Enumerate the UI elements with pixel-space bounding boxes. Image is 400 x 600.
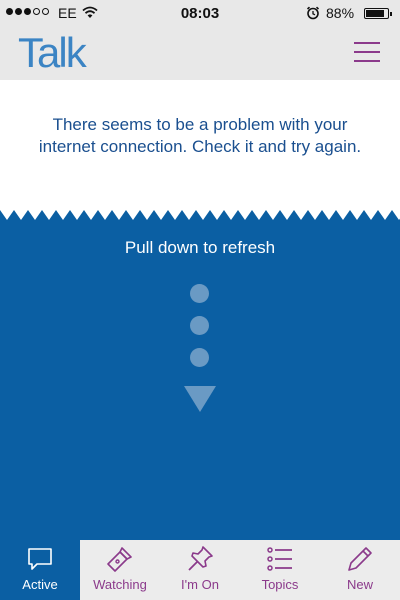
tab-new[interactable]: New (320, 540, 400, 600)
status-bar: EE 08:03 88% (0, 0, 400, 28)
battery-icon (364, 8, 392, 19)
tab-label: Active (22, 577, 58, 592)
tab-label: Watching (93, 577, 147, 592)
app-logo: Talk (18, 29, 87, 76)
tab-bar: Active Watching I'm On Topics New (0, 540, 400, 600)
progress-dot (190, 348, 209, 367)
pull-to-refresh-label: Pull down to refresh (124, 238, 276, 257)
down-arrow-icon (184, 386, 216, 412)
tab-im-on[interactable]: I'm On (160, 540, 240, 600)
speech-bubble-icon (28, 548, 52, 570)
tab-label: New (346, 577, 373, 592)
hamburger-menu-icon[interactable] (354, 42, 380, 64)
progress-dot (190, 284, 209, 303)
error-message: There seems to be a problem with your in… (38, 115, 362, 156)
list-icon (267, 547, 292, 571)
tab-label: I'm On (181, 577, 219, 592)
battery-fill (366, 10, 385, 17)
flashlight-icon (107, 547, 132, 572)
tab-topics[interactable]: Topics (240, 540, 320, 600)
pencil-icon (348, 547, 372, 571)
tab-watching[interactable]: Watching (80, 540, 160, 600)
tab-active[interactable]: Active (0, 540, 80, 600)
battery-percentage: 88% (326, 5, 355, 21)
pull-to-refresh-area[interactable]: Pull down to refresh (0, 210, 400, 540)
tab-label: Topics (261, 577, 299, 592)
alarm-clock-icon (306, 6, 320, 20)
pushpin-icon (188, 546, 213, 571)
connection-error-banner: There seems to be a problem with your in… (0, 80, 400, 210)
zigzag-edge (0, 210, 400, 220)
app-header: Talk (0, 28, 400, 80)
progress-dot (190, 316, 209, 335)
